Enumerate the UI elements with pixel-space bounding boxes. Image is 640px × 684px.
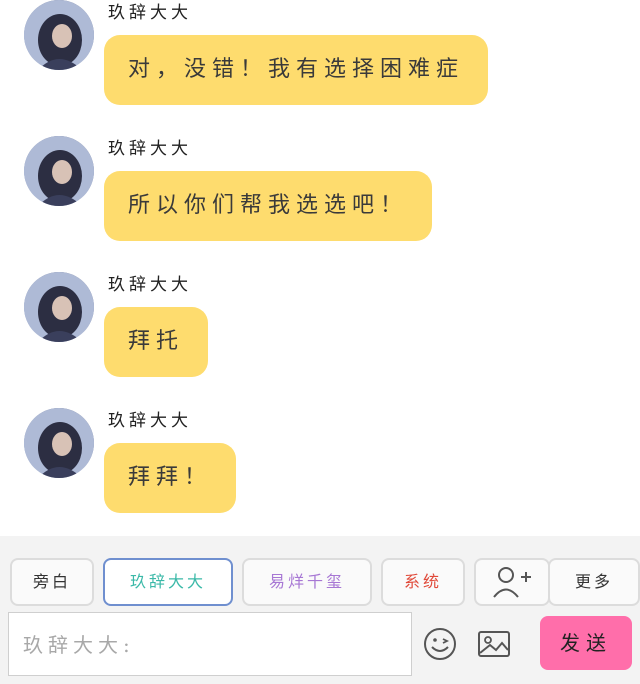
image-icon xyxy=(478,631,510,657)
sender-name: 玖辞大大 xyxy=(108,139,192,159)
sender-name: 玖辞大大 xyxy=(108,3,192,23)
avatar[interactable] xyxy=(24,0,94,70)
more-button[interactable]: 更多 xyxy=(548,558,640,606)
sender-name: 玖辞大大 xyxy=(108,411,192,431)
role-jiuci-button[interactable]: 玖辞大大 xyxy=(103,558,233,606)
avatar[interactable] xyxy=(24,136,94,206)
message-input[interactable]: 玖辞大大: xyxy=(8,612,412,676)
image-button[interactable] xyxy=(476,626,512,662)
emoji-button[interactable] xyxy=(422,626,458,662)
add-role-button[interactable] xyxy=(474,558,550,606)
send-button[interactable]: 发送 xyxy=(540,616,632,670)
add-person-icon xyxy=(493,567,531,598)
role-system-button[interactable]: 系统 xyxy=(381,558,465,606)
avatar[interactable] xyxy=(24,408,94,478)
message-bubble: 对，没错！我有选择困难症 xyxy=(104,35,489,105)
role-narrator-button[interactable]: 旁白 xyxy=(10,558,94,606)
composer-toolbar: 旁白 玖辞大大 易烊千玺 系统 更多 玖辞大大: 发送 xyxy=(0,536,640,684)
message-bubble: 所以你们帮我选选吧！ xyxy=(104,171,433,241)
message-bubble: 拜托 xyxy=(104,307,209,377)
role-yiyang-button[interactable]: 易烊千玺 xyxy=(242,558,372,606)
chat-area: 玖辞大大 对，没错！我有选择困难症 玖辞大大 所以你们帮我选选吧！ 玖辞大大 拜 xyxy=(0,0,640,536)
sender-name: 玖辞大大 xyxy=(108,275,192,295)
emoji-icon xyxy=(424,628,456,660)
message-bubble: 拜拜！ xyxy=(104,443,237,513)
avatar[interactable] xyxy=(24,272,94,342)
